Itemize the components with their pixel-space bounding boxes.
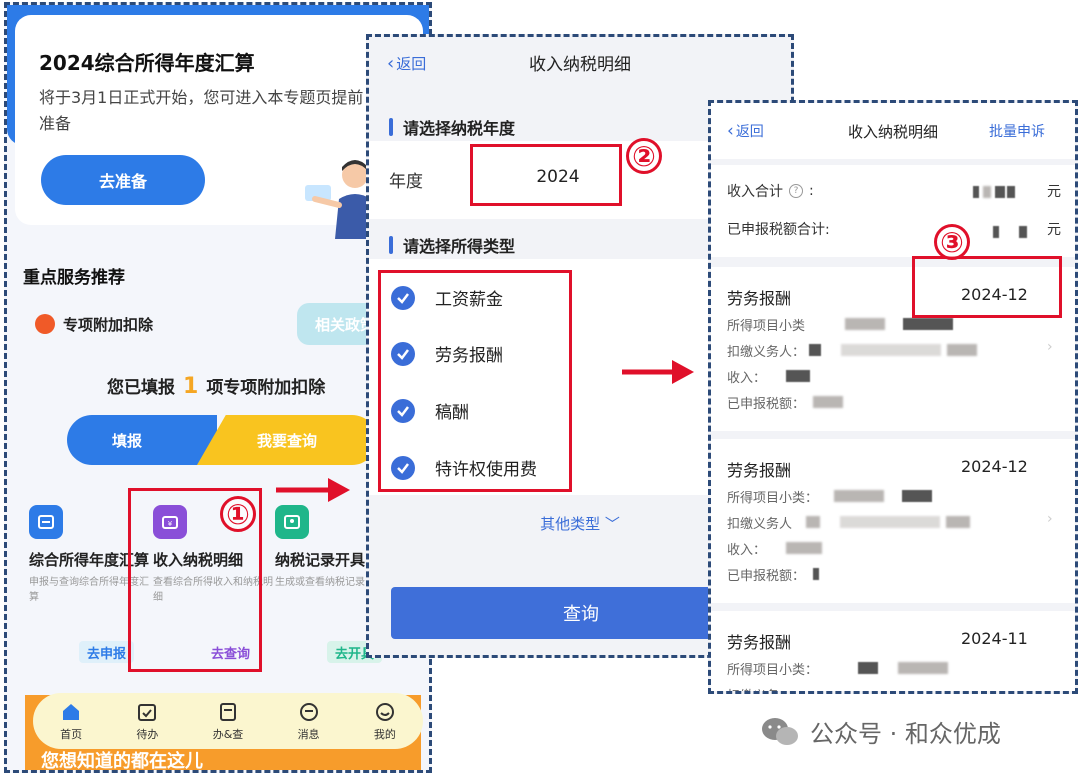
income-total-value bbox=[973, 181, 1015, 200]
declared-total-value bbox=[993, 221, 1027, 240]
nav-label: 首页 bbox=[60, 727, 83, 741]
arrow-icon bbox=[276, 478, 350, 502]
info-icon[interactable]: ? bbox=[789, 184, 803, 198]
field-label: 所得项目小类 bbox=[727, 318, 806, 334]
summary-card bbox=[711, 165, 1075, 257]
section-bar bbox=[389, 236, 393, 254]
field-label: 扣缴义务人： bbox=[727, 344, 806, 360]
filled-prefix: 您已填报 bbox=[107, 378, 175, 398]
record-type: 劳务报酬 bbox=[727, 289, 792, 308]
step2-marker: ② bbox=[626, 138, 662, 174]
section-title: 重点服务推荐 bbox=[23, 268, 125, 288]
income-total-label: 收入合计 ? : bbox=[727, 183, 814, 200]
record-type: 劳务报酬 bbox=[727, 461, 792, 480]
smile-icon bbox=[375, 702, 394, 721]
chevron-down-icon: ﹀ bbox=[604, 515, 620, 533]
income-total-text: 收入合计 bbox=[727, 184, 783, 200]
nav-label: 办&查 bbox=[212, 727, 244, 741]
nav-todo[interactable]: 待办 bbox=[136, 701, 158, 742]
filled-suffix: 项专项附加扣除 bbox=[206, 378, 326, 398]
step3-highlight bbox=[912, 256, 1062, 318]
more-types-label: 其他类型 bbox=[540, 515, 601, 533]
income-detail-list-screen: ‹ 返回 收入纳税明细 批量申诉 收入合计 ? : 元 已申报税额合计: 元 劳… bbox=[708, 100, 1078, 694]
record-field: 所得项目小类： bbox=[727, 483, 933, 509]
record-icon bbox=[275, 505, 309, 539]
section-label: 请选择所得类型 bbox=[403, 237, 516, 256]
record-month: 2024-11 bbox=[961, 629, 1028, 648]
filled-count-text: 您已填报 1 项专项附加扣除 bbox=[107, 373, 325, 399]
record-field: 所得项目小类： bbox=[727, 655, 949, 681]
chat-icon bbox=[299, 702, 318, 721]
filled-count: 1 bbox=[183, 374, 199, 399]
field-label: 收入： bbox=[727, 370, 767, 386]
declare-tag[interactable]: 去申报 bbox=[79, 641, 135, 663]
settlement-icon bbox=[29, 505, 63, 539]
types-highlight bbox=[378, 270, 572, 492]
fill-button[interactable]: 填报 bbox=[67, 415, 217, 465]
field-label: 扣缴义务 bbox=[727, 685, 779, 692]
page-title: 收入纳税明细 bbox=[529, 55, 631, 75]
field-label: 收入： bbox=[727, 542, 767, 558]
watermark-text: 公众号 · 和众优成 bbox=[810, 720, 1001, 748]
currency-unit: 元 bbox=[1047, 184, 1061, 200]
nav-home[interactable]: 首页 bbox=[60, 701, 82, 742]
calendar-icon bbox=[138, 703, 157, 721]
arrow-icon bbox=[622, 360, 694, 384]
record-field: 扣缴义务人： bbox=[727, 337, 978, 363]
year-label: 年度 bbox=[389, 172, 423, 192]
query-deduction-button[interactable]: 我要查询 bbox=[197, 415, 377, 465]
field-label: 扣缴义务人 bbox=[727, 516, 793, 532]
record-field: 扣缴义务 bbox=[727, 681, 779, 692]
prepare-button[interactable]: 去准备 bbox=[41, 155, 205, 205]
deduction-actions: 填报 我要查询 bbox=[67, 415, 377, 465]
special-deduction-row[interactable]: 专项附加扣除 bbox=[35, 311, 153, 337]
record-type: 劳务报酬 bbox=[727, 633, 792, 652]
record-field: 收入： bbox=[727, 363, 811, 389]
record-field: 已申报税额： bbox=[727, 389, 844, 415]
field-label: 已申报税额： bbox=[727, 568, 806, 584]
year-section-title: 请选择纳税年度 bbox=[389, 115, 515, 139]
document-icon bbox=[219, 702, 236, 721]
record-month: 2024-12 bbox=[961, 457, 1028, 476]
section-label: 请选择纳税年度 bbox=[403, 119, 516, 138]
field-label: 所得项目小类： bbox=[727, 490, 819, 506]
nav-label: 我的 bbox=[373, 727, 396, 741]
watermark: 公众号 · 和众优成 bbox=[760, 714, 1001, 749]
special-deduction-label: 专项附加扣除 bbox=[63, 315, 154, 334]
bottom-nav: 首页 待办 办&查 消息 我的 bbox=[33, 693, 423, 749]
home-icon bbox=[63, 703, 80, 720]
nav-service[interactable]: 办&查 bbox=[212, 701, 244, 742]
type-section-title: 请选择所得类型 bbox=[389, 233, 515, 257]
declared-total-label: 已申报税额合计: bbox=[727, 222, 830, 238]
chevron-right-icon: › bbox=[1047, 511, 1053, 527]
chevron-right-icon: › bbox=[1047, 339, 1053, 355]
section-bar bbox=[389, 118, 393, 136]
record-field: 收入： bbox=[727, 535, 823, 561]
nav-label: 待办 bbox=[136, 727, 159, 741]
settlement-subtitle: 将于3月1日正式开始，您可进入本专题页提前准备 bbox=[39, 88, 364, 133]
record-field: 扣缴义务人 bbox=[727, 509, 971, 535]
field-label: 已申报税额： bbox=[727, 396, 806, 412]
promo-banner-text: 您想知道的都在这儿 bbox=[41, 751, 203, 772]
currency-unit: 元 bbox=[1047, 222, 1061, 238]
step2-highlight bbox=[470, 144, 622, 206]
record-field: 已申报税额： bbox=[727, 561, 820, 587]
nav-messages[interactable]: 消息 bbox=[298, 701, 320, 742]
batch-appeal-button[interactable]: 批量申诉 bbox=[989, 121, 1045, 141]
step3-marker: ③ bbox=[934, 224, 970, 260]
page-title: 2024综合所得年度汇算 bbox=[39, 51, 255, 75]
nav-mine[interactable]: 我的 bbox=[374, 701, 396, 742]
flame-icon bbox=[35, 314, 55, 334]
step1-marker: ① bbox=[220, 496, 256, 532]
nav-label: 消息 bbox=[297, 727, 320, 741]
wechat-icon bbox=[762, 717, 798, 745]
field-label: 所得项目小类： bbox=[727, 662, 819, 678]
